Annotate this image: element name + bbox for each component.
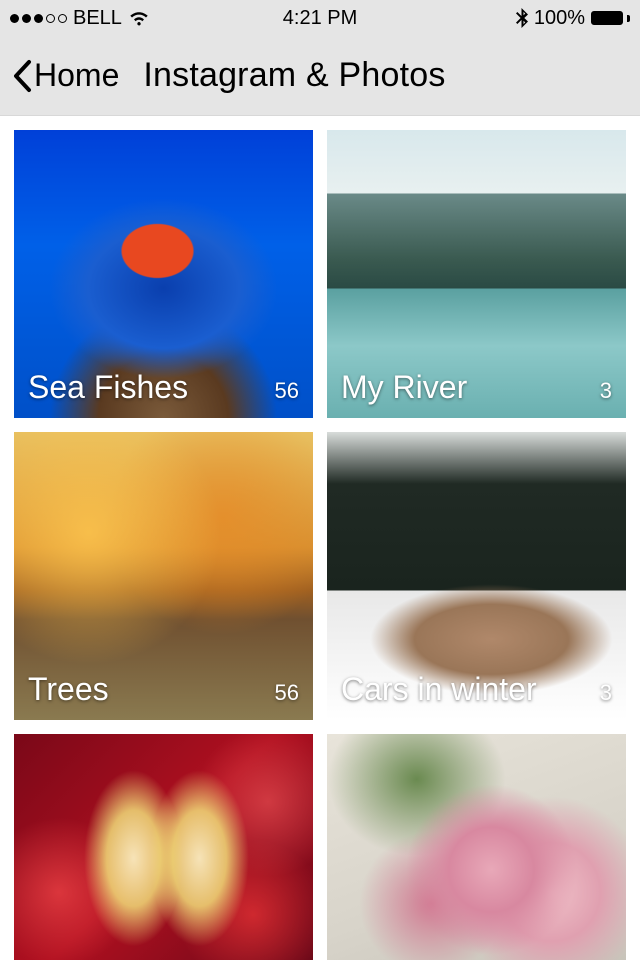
album-count: 56 — [275, 680, 299, 706]
back-button[interactable]: Home — [6, 53, 125, 98]
carrier-label: BELL — [73, 7, 122, 30]
back-label: Home — [34, 57, 119, 94]
album-image — [14, 734, 313, 960]
page-title: Instagram & Photos — [143, 56, 445, 95]
status-time: 4:21 PM — [283, 7, 357, 30]
album-count: 56 — [275, 378, 299, 404]
album-label: Sea Fishes 56 — [14, 369, 313, 406]
status-left: BELL — [10, 7, 283, 30]
album-tile[interactable] — [327, 734, 626, 960]
wifi-icon — [128, 10, 150, 26]
album-count: 3 — [600, 378, 612, 404]
album-label: My River 3 — [327, 369, 626, 406]
album-title: Trees — [28, 671, 109, 708]
album-title: Sea Fishes — [28, 369, 188, 406]
signal-strength-icon — [10, 14, 67, 23]
chevron-left-icon — [12, 59, 32, 93]
album-tile[interactable]: My River 3 — [327, 130, 626, 418]
battery-percent: 100% — [534, 7, 585, 30]
album-image — [327, 734, 626, 960]
album-label: Trees 56 — [14, 671, 313, 708]
nav-bar: Home Instagram & Photos — [0, 36, 640, 116]
album-tile[interactable]: Cars in winter 3 — [327, 432, 626, 720]
status-right: 100% — [357, 7, 630, 30]
album-label: Cars in winter 3 — [327, 671, 626, 708]
bluetooth-icon — [516, 8, 528, 28]
album-grid: Sea Fishes 56 My River 3 Trees 56 Cars in wint… — [0, 116, 640, 960]
album-tile[interactable]: Sea Fishes 56 — [14, 130, 313, 418]
battery-icon — [591, 11, 630, 25]
album-title: My River — [341, 369, 467, 406]
album-tile[interactable] — [14, 734, 313, 960]
album-count: 3 — [600, 680, 612, 706]
album-title: Cars in winter — [341, 671, 537, 708]
album-tile[interactable]: Trees 56 — [14, 432, 313, 720]
status-bar: BELL 4:21 PM 100% — [0, 0, 640, 36]
